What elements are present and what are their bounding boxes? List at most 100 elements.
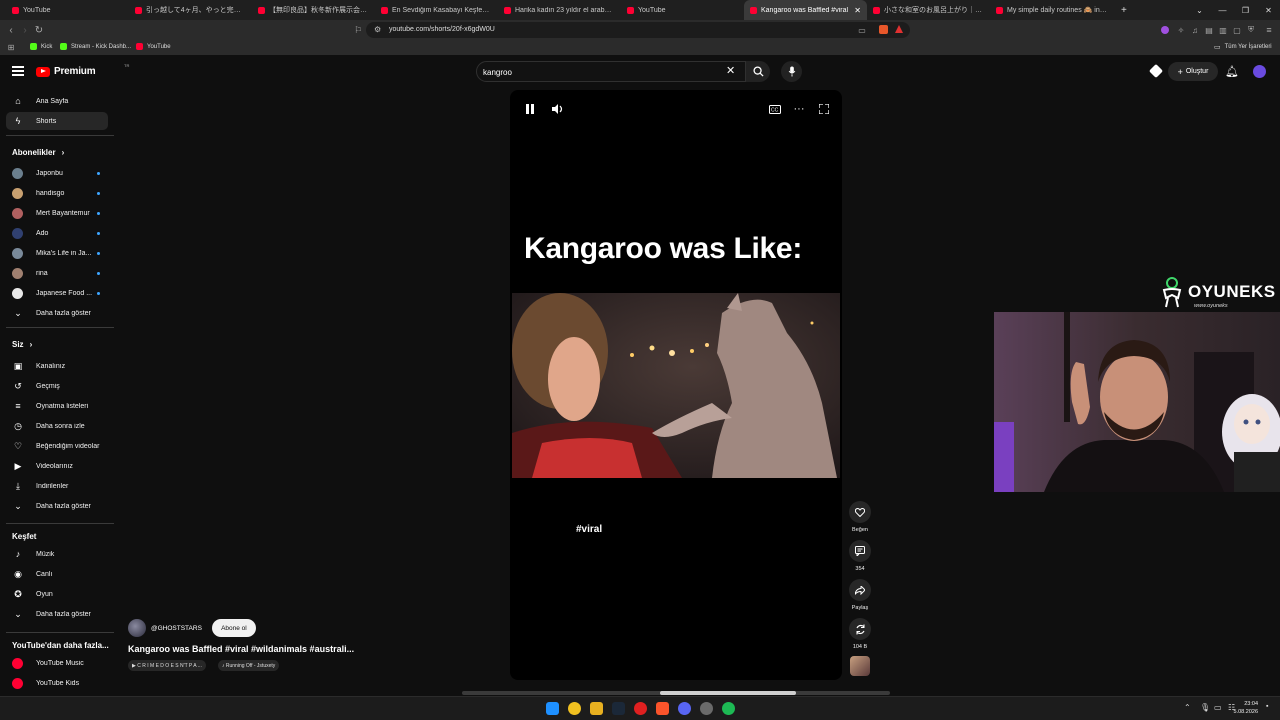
you-heading[interactable]: Siz › [12, 340, 32, 349]
search-button[interactable] [746, 61, 770, 82]
channel-avatar[interactable] [128, 619, 146, 637]
create-button[interactable]: + Oluştur [1168, 62, 1218, 81]
bookmark-item[interactable]: YouTube [136, 43, 171, 50]
chrome-icon[interactable] [568, 702, 581, 715]
fullscreen-icon[interactable] [817, 102, 831, 116]
brave-shield-icon[interactable] [879, 25, 888, 34]
spotify-icon[interactable] [722, 702, 735, 715]
sidebar-item-youtube-app[interactable]: YouTube Music [6, 654, 108, 672]
sidebar-item-you[interactable]: ◷ Daha sonra izle [6, 417, 108, 435]
horizontal-scrollbar[interactable] [462, 691, 890, 695]
guide-menu-icon[interactable] [12, 66, 24, 76]
sidebar-item-you[interactable]: ⤓ İndirilenler [6, 477, 108, 495]
tray-chevron-icon[interactable]: ⌃ [1184, 703, 1191, 712]
playlist-chip[interactable]: ▶ C R I M E D O E S N'T P A ... [128, 660, 206, 671]
browser-tab[interactable]: 引っ越して4ヶ月、やっと完全ってきた生活 [129, 0, 252, 20]
steam-icon[interactable] [612, 702, 625, 715]
voice-search-button[interactable] [781, 61, 802, 82]
sidebar-subscription[interactable]: Mika's Life in Ja... [6, 244, 108, 262]
notifications-icon[interactable]: 🔔︎ [1225, 65, 1239, 78]
sidebar-subscription[interactable]: handisgo [6, 184, 108, 202]
sidebar-item-home[interactable]: ⌂ Ana Sayfa [6, 92, 108, 110]
tray-mic-icon[interactable]: 🎙︎ [1200, 703, 1210, 712]
browser-tab[interactable]: En Sevdiğim Kasabayı Keşfediyorum [375, 0, 498, 20]
browser-tab[interactable]: Kangaroo was Baffled #viral ✕ [744, 0, 867, 20]
share-button[interactable] [849, 579, 871, 601]
windows-start-icon[interactable] [546, 702, 559, 715]
maximize-button[interactable]: ❐ [1234, 0, 1257, 20]
sidebar-item-explore[interactable]: ◉ Canlı [6, 565, 108, 583]
sidebar-item-you[interactable]: ≡ Oynatma listeleri [6, 397, 108, 415]
youtube-logo[interactable]: Premium TR [36, 63, 129, 77]
sidebar-subscription[interactable]: Japonbu [6, 164, 108, 182]
bookmark-item[interactable]: Kick [30, 43, 52, 50]
sidebar-item-explore[interactable]: ✪ Oyun [6, 585, 108, 603]
search-input[interactable] [483, 65, 713, 79]
sidebar-subscription[interactable]: Japanese Food ... [6, 284, 108, 302]
channel-name[interactable]: @GHOSTSTARS [151, 625, 202, 632]
media-icon[interactable]: ♫ [1188, 23, 1202, 37]
rewards-icon[interactable] [895, 25, 903, 33]
sidebar-item-shorts[interactable]: ϟ Shorts [6, 112, 108, 130]
clear-search-icon[interactable]: ✕ [726, 64, 735, 77]
sidebar-toggle-icon[interactable]: ▥ [1216, 23, 1230, 37]
minimize-button[interactable]: — [1211, 0, 1234, 20]
sidebar-subscription[interactable]: rina [6, 264, 108, 282]
subscribe-button[interactable]: Abone ol [211, 619, 256, 637]
new-tab-button[interactable]: + [1113, 5, 1135, 16]
brave-icon[interactable] [656, 702, 669, 715]
extension-icon[interactable] [1161, 26, 1169, 34]
audio-thumbnail[interactable] [850, 656, 870, 676]
notification-bell-icon[interactable]: ▪ [1266, 703, 1268, 710]
account-avatar[interactable] [1253, 65, 1266, 78]
wallet-icon[interactable]: ▢ [1230, 23, 1244, 37]
captions-icon[interactable]: CC [768, 102, 782, 116]
cast-icon[interactable]: ▭ [855, 23, 869, 37]
shorts-player[interactable]: CC ··· Kangaroo was Like: #viral [510, 90, 842, 680]
tray-display-icon[interactable]: ▭ [1214, 703, 1222, 712]
browser-tab[interactable]: 【無印良品】秋冬新作展示会レビュー！ [252, 0, 375, 20]
browser-tab[interactable]: Harika kadın 23 yıldır el arabasıyla [498, 0, 621, 20]
sidebar-item-you[interactable]: ⌄ Daha fazla göster [6, 497, 108, 515]
discord-icon[interactable] [678, 702, 691, 715]
remix-button[interactable] [849, 618, 871, 640]
obs-icon[interactable] [700, 702, 713, 715]
sidebar-subscription[interactable]: Mert Bayantemur [6, 204, 108, 222]
menu-icon[interactable]: ≡ [1262, 23, 1276, 37]
url-field[interactable]: ⚙ youtube.com/shorts/20f-x6gdW0U [366, 22, 910, 38]
subscriptions-heading[interactable]: Abonelikler › [12, 148, 64, 157]
reading-list-icon[interactable]: ▤ [1202, 23, 1216, 37]
opera-icon[interactable] [634, 702, 647, 715]
sidebar-subscription[interactable]: Ado [6, 224, 108, 242]
pause-icon[interactable] [523, 102, 537, 116]
sidebar-item-explore[interactable]: ⌄ Daha fazla göster [6, 605, 108, 623]
system-clock[interactable]: 23:04 5.08.2026 [1234, 700, 1258, 716]
browser-tab[interactable]: My simple daily routines 🙈 in our [990, 0, 1113, 20]
like-button[interactable] [849, 501, 871, 523]
back-button[interactable]: ‹ [4, 23, 18, 37]
site-info-icon[interactable]: ⚙ [374, 22, 381, 38]
file-explorer-icon[interactable] [590, 702, 603, 715]
short-title[interactable]: Kangaroo was Baffled #viral #wildanimals… [128, 644, 354, 654]
reload-button[interactable]: ↻ [32, 23, 46, 37]
dropdown-icon[interactable]: ⌄ [1188, 0, 1211, 20]
extensions-icon[interactable]: ✧ [1174, 23, 1188, 37]
browser-tab[interactable]: YouTube [6, 0, 129, 20]
apps-grid-icon[interactable]: ⊞ [4, 40, 18, 54]
tab-close-icon[interactable]: ✕ [854, 6, 861, 15]
close-window-button[interactable]: ✕ [1257, 0, 1280, 20]
scrollbar-thumb[interactable] [660, 691, 796, 695]
comments-button[interactable] [849, 540, 871, 562]
sidebar-show-more[interactable]: ⌄ Daha fazla göster [6, 304, 108, 322]
sidebar-item-you[interactable]: ↺ Geçmiş [6, 377, 108, 395]
browser-tab[interactable]: 小さな和室のお風呂上がり｜数次例が [867, 0, 990, 20]
sidebar-item-explore[interactable]: ♪ Müzik [6, 545, 108, 563]
sidebar-item-you[interactable]: ▣ Kanalınız [6, 357, 108, 375]
sidebar-item-you[interactable]: ♡ Beğendiğim videolar [6, 437, 108, 455]
more-options-icon[interactable]: ··· [792, 102, 806, 116]
browser-tab[interactable]: YouTube [621, 0, 744, 20]
all-bookmarks[interactable]: ▭ Tüm Yer İşaretleri [1214, 43, 1272, 51]
sidebar-item-youtube-app[interactable]: YouTube Kids [6, 674, 108, 692]
forward-button[interactable]: › [18, 23, 32, 37]
bookmark-icon[interactable]: ⚐ [351, 23, 365, 37]
